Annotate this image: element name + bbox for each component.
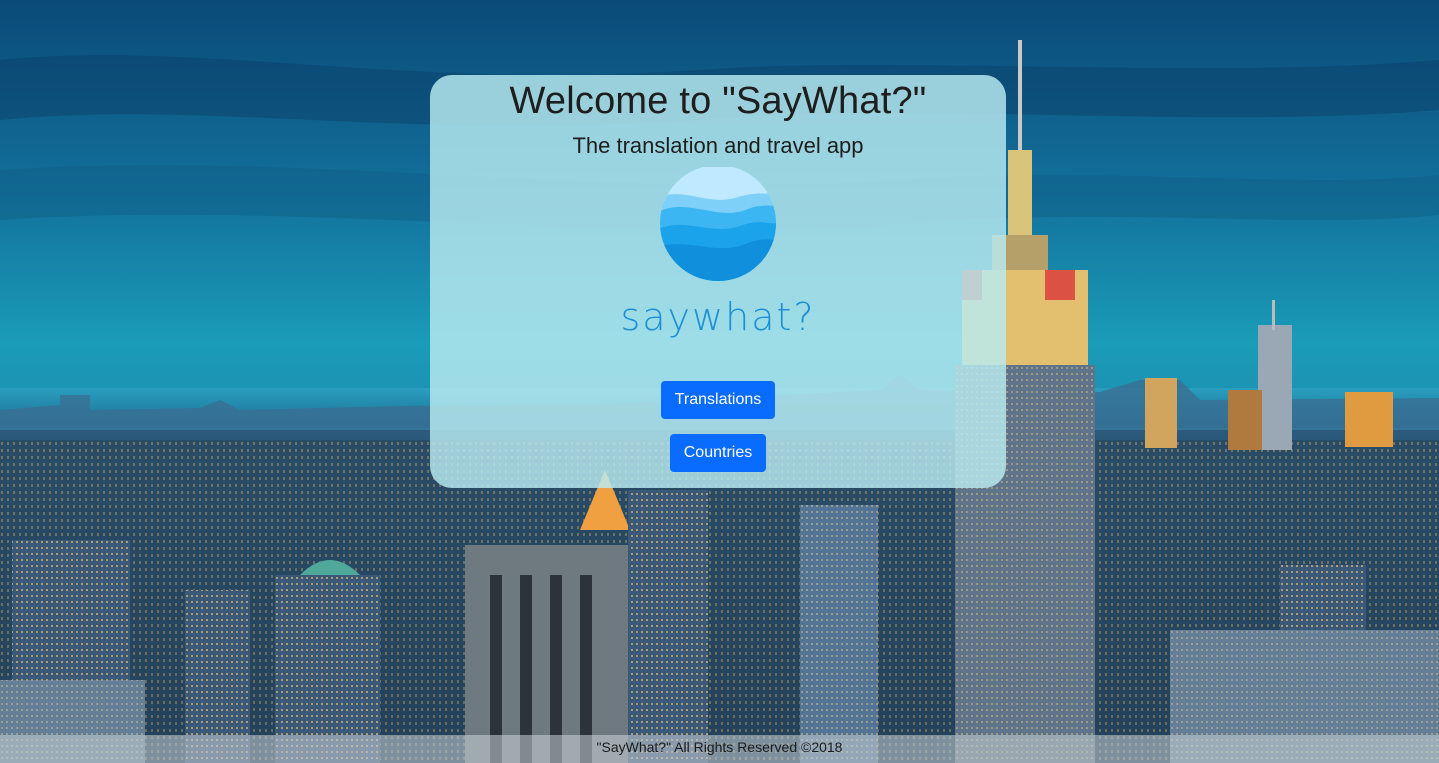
countries-button[interactable]: Countries bbox=[670, 434, 766, 472]
page-subtitle: The translation and travel app bbox=[572, 133, 864, 158]
page: Welcome to "SayWhat?" The translation an… bbox=[0, 0, 1439, 763]
logo-wordmark: saywhat? bbox=[620, 295, 816, 339]
page-title: Welcome to "SayWhat?" bbox=[509, 80, 927, 122]
welcome-card: Welcome to "SayWhat?" The translation an… bbox=[430, 75, 1006, 488]
footer-copyright: "SayWhat?" All Rights Reserved ©2018 bbox=[596, 739, 843, 755]
translations-button[interactable]: Translations bbox=[661, 381, 775, 419]
footer: "SayWhat?" All Rights Reserved ©2018 bbox=[0, 735, 1439, 763]
